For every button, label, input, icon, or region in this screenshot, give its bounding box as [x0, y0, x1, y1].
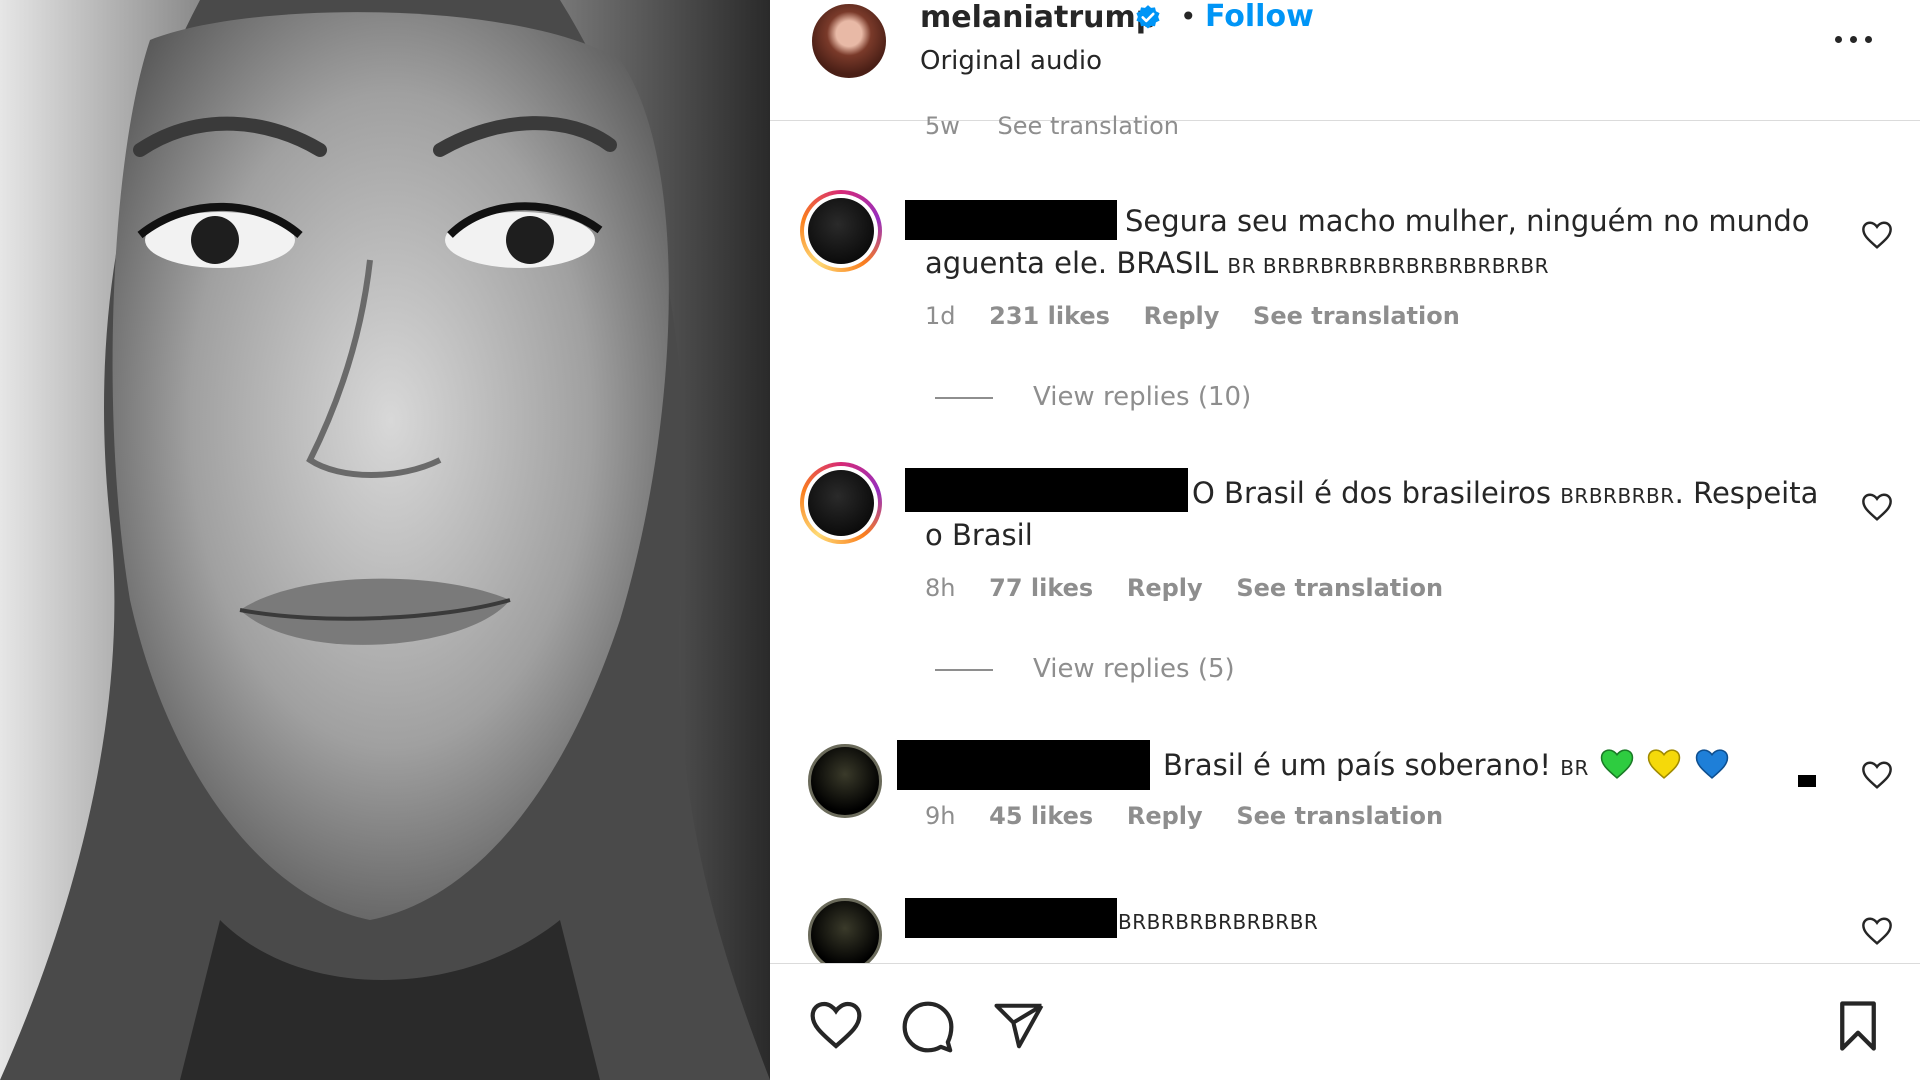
comment-text-line2: o Brasil: [925, 518, 1033, 552]
blue-heart-icon: [1695, 749, 1728, 779]
redacted-username: [905, 200, 1117, 240]
portrait-illustration: [0, 0, 770, 1080]
reply-button[interactable]: Reply: [1127, 802, 1203, 830]
comment-likes[interactable]: 77 likes: [989, 574, 1093, 602]
comment-likes[interactable]: 45 likes: [989, 802, 1093, 830]
comment-text: Brasil é um país soberano! BR: [1163, 744, 1731, 789]
commenter-avatar[interactable]: [800, 462, 882, 544]
view-replies-button[interactable]: View replies (5): [935, 654, 1235, 684]
reply-button[interactable]: Reply: [1127, 574, 1203, 602]
comment-meta: 9h 45 likes Reply See translation: [925, 802, 1469, 830]
post-actions-bar: [770, 963, 1920, 1081]
audio-label[interactable]: Original audio: [920, 46, 1102, 76]
verified-badge-icon: [1136, 5, 1160, 29]
more-options-icon[interactable]: [1835, 14, 1895, 64]
comment-item: BRBRBRBRBRBRBR: [770, 898, 1920, 963]
comment-likes[interactable]: 231 likes: [989, 302, 1110, 330]
post-header: melaniatrump • Follow Original audio 5w …: [770, 0, 1920, 140]
see-translation-link[interactable]: See translation: [1253, 302, 1460, 330]
comment-time: 5w: [925, 112, 960, 140]
green-heart-icon: [1600, 749, 1634, 779]
yellow-heart-icon: [1648, 749, 1681, 779]
view-replies-label: View replies (10): [1033, 382, 1252, 412]
comment-text-start: O Brasil é dos brasileiros: [1192, 476, 1561, 510]
see-translation-link[interactable]: See translation: [998, 112, 1179, 140]
comment-text: BRBRBRBRBRBRBR: [1118, 898, 1318, 943]
comment-time: 8h: [925, 574, 956, 602]
see-translation-link[interactable]: See translation: [1236, 802, 1443, 830]
share-icon[interactable]: [992, 999, 1046, 1053]
author-avatar[interactable]: [810, 2, 888, 80]
previous-comment-meta: 5w See translation: [925, 112, 1179, 140]
redacted-username: [905, 468, 1188, 512]
comment-meta: 8h 77 likes Reply See translation: [925, 574, 1469, 602]
comment-like-icon[interactable]: [1860, 760, 1894, 790]
like-icon[interactable]: [808, 999, 864, 1051]
reply-button[interactable]: Reply: [1144, 302, 1220, 330]
post-photo: [0, 0, 770, 1080]
author-username[interactable]: melaniatrump: [920, 0, 1157, 35]
comment-text-end: . Respeita: [1674, 476, 1819, 510]
comment-text-line2: aguenta ele. BRASIL BR BRBRBRBRBRBRBRBRB…: [925, 242, 1549, 287]
save-icon[interactable]: [1833, 999, 1883, 1053]
comment-time: 1d: [925, 302, 956, 330]
comment-like-icon[interactable]: [1860, 492, 1894, 522]
comment-time: 9h: [925, 802, 956, 830]
view-replies-button[interactable]: View replies (10): [935, 382, 1251, 412]
redacted-username: [905, 898, 1117, 938]
commenter-avatar[interactable]: [808, 744, 882, 818]
commenter-avatar[interactable]: [808, 898, 882, 963]
flag-text: BRBRBRBR: [1560, 484, 1675, 508]
divider-line: [935, 396, 993, 399]
flag-text: BR: [1560, 756, 1589, 780]
comment-text: Segura seu macho mulher, ninguém no mund…: [1125, 204, 1810, 238]
comment-text-cont: aguenta ele. BRASIL: [925, 246, 1228, 280]
comment-like-icon[interactable]: [1860, 220, 1894, 250]
comment-meta: 1d 231 likes Reply See translation: [925, 302, 1486, 330]
commenter-avatar[interactable]: [800, 190, 882, 272]
separator-dot: •: [1180, 0, 1197, 33]
flag-text: BRBRBRBRBRBRBR: [1118, 910, 1319, 934]
redacted-mark: [1798, 775, 1816, 787]
see-translation-link[interactable]: See translation: [1236, 574, 1443, 602]
comment-text-start: Brasil é um país soberano!: [1163, 748, 1561, 782]
view-replies-label: View replies (5): [1033, 654, 1235, 684]
comment-text: O Brasil é dos brasileiros BRBRBRBR. Res…: [1192, 472, 1818, 517]
comment-icon[interactable]: [900, 999, 956, 1055]
comments-panel: melaniatrump • Follow Original audio 5w …: [770, 0, 1920, 1081]
flag-text: BR BRBRBRBRBRBRBRBRBRBR: [1227, 254, 1550, 278]
redacted-username: [897, 740, 1150, 790]
comment-like-icon[interactable]: [1860, 916, 1894, 946]
follow-button[interactable]: Follow: [1205, 0, 1314, 34]
divider-line: [935, 668, 993, 671]
